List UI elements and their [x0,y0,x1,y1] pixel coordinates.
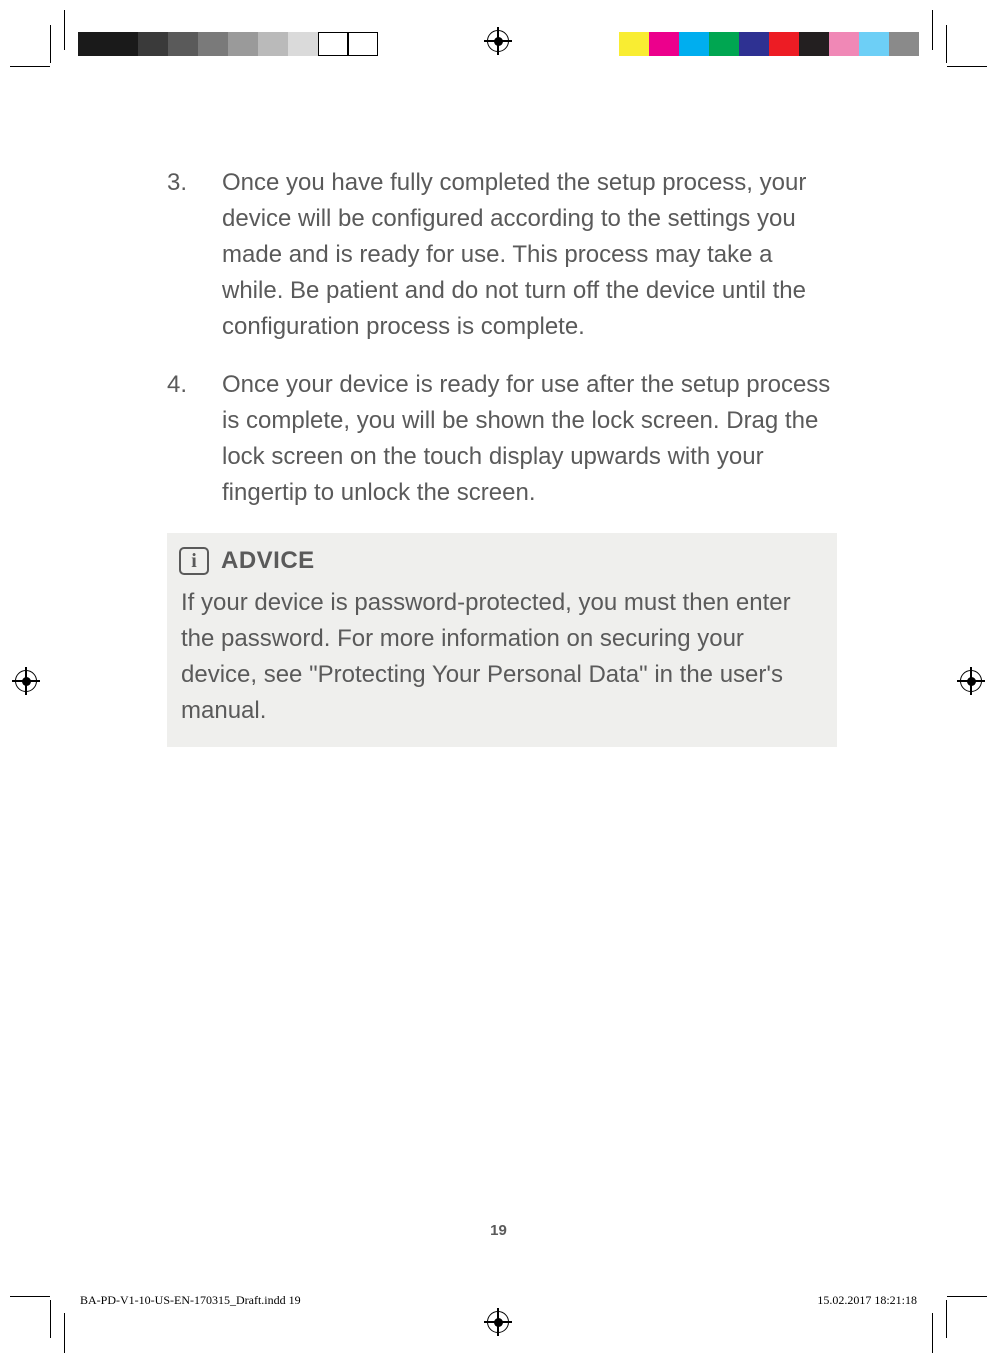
cmyk-colorbar [619,32,919,56]
registration-mark-icon [487,30,509,52]
color-swatch [258,32,288,56]
crop-mark [932,10,933,50]
color-swatch [228,32,258,56]
crop-guide [50,1300,51,1338]
color-swatch [829,32,859,56]
color-swatch [288,32,318,56]
color-swatch [799,32,829,56]
color-swatch [318,32,348,56]
color-swatch [348,32,378,56]
crop-mark [10,1296,50,1297]
advice-callout: i ADVICE If your device is password-prot… [167,533,837,747]
document-page: 3. Once you have fully completed the set… [0,0,997,1363]
crop-mark [64,10,65,50]
registration-mark-icon [15,670,37,692]
grayscale-colorbar [78,32,378,56]
color-swatch [619,32,649,56]
step-number: 3. [167,165,222,345]
color-swatch [78,32,108,56]
color-swatch [679,32,709,56]
step-number: 4. [167,367,222,511]
info-icon-letter: i [191,551,197,571]
color-swatch [709,32,739,56]
footer-filename: BA-PD-V1-10-US-EN-170315_Draft.indd 19 [80,1293,301,1308]
crop-mark [932,1313,933,1353]
color-swatch [859,32,889,56]
crop-mark [64,1313,65,1353]
list-item: 3. Once you have fully completed the set… [167,165,837,345]
color-swatch [108,32,138,56]
step-text: Once your device is ready for use after … [222,367,837,511]
crop-guide [946,1300,947,1338]
color-swatch [739,32,769,56]
color-swatch [138,32,168,56]
list-item: 4. Once your device is ready for use aft… [167,367,837,511]
color-swatch [649,32,679,56]
crop-guide [946,25,947,63]
advice-title: ADVICE [221,547,315,575]
color-swatch [198,32,228,56]
info-icon: i [179,547,209,575]
page-content: 3. Once you have fully completed the set… [167,165,837,747]
registration-mark-icon [960,670,982,692]
color-swatch [769,32,799,56]
registration-mark-icon [487,1311,509,1333]
crop-guide [50,25,51,63]
numbered-steps-list: 3. Once you have fully completed the set… [167,165,837,511]
advice-header: i ADVICE [179,547,823,575]
step-text: Once you have fully completed the setup … [222,165,837,345]
footer-timestamp: 15.02.2017 18:21:18 [817,1293,917,1308]
crop-mark [10,66,50,67]
color-swatch [168,32,198,56]
color-swatch [889,32,919,56]
page-number: 19 [0,1222,997,1239]
advice-body-text: If your device is password-protected, yo… [181,585,823,729]
crop-mark [947,1296,987,1297]
crop-mark [947,66,987,67]
